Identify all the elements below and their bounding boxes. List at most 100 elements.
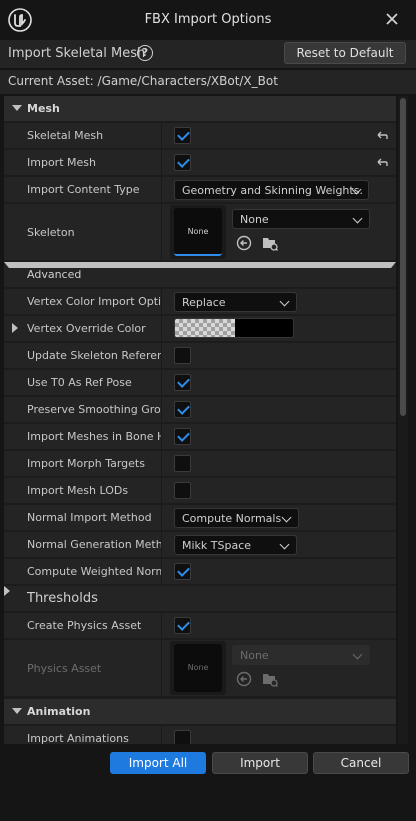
- prop-label: Normal Generation Method: [27, 538, 161, 551]
- close-icon[interactable]: [384, 11, 400, 27]
- section-advanced[interactable]: Advanced: [4, 262, 396, 287]
- import-lods-checkbox[interactable]: [174, 482, 191, 499]
- dropdown-value: None: [240, 213, 269, 226]
- column-divider: [161, 150, 162, 175]
- dropdown-value: Compute Normals: [182, 512, 282, 525]
- column-divider: [161, 123, 162, 148]
- column-divider: [161, 316, 162, 341]
- physics-asset-picker: None: [232, 645, 370, 665]
- color-preview: [235, 319, 293, 337]
- section-label: Animation: [27, 705, 91, 718]
- prop-label: Physics Asset: [27, 662, 102, 675]
- column-divider: [161, 532, 162, 557]
- prop-vertex-color-import: Vertex Color Import Option Replace: [4, 289, 396, 314]
- scrollbar[interactable]: [398, 96, 408, 744]
- physics-asset-thumbnail: None: [174, 644, 222, 692]
- vertex-color-import-dropdown[interactable]: Replace: [174, 292, 297, 312]
- prop-label: Skeletal Mesh: [27, 129, 104, 142]
- column-divider: [161, 726, 162, 744]
- collapse-arrow-icon[interactable]: [12, 105, 22, 111]
- prop-label: Preserve Smoothing Groups: [27, 403, 161, 416]
- preserve-smoothing-checkbox[interactable]: [174, 401, 191, 418]
- expand-arrow-icon[interactable]: [12, 323, 18, 333]
- column-divider: [161, 204, 162, 260]
- import-content-type-dropdown[interactable]: Geometry and Skinning Weights.: [174, 180, 369, 200]
- dropdown-value: Geometry and Skinning Weights.: [182, 184, 363, 197]
- footer-bar: Import All Import Cancel: [0, 746, 416, 821]
- prop-skeletal-mesh: Skeletal Mesh: [4, 123, 396, 148]
- current-asset-text: Current Asset: /Game/Characters/XBot/X_B…: [8, 74, 278, 88]
- import-animations-checkbox[interactable]: [174, 730, 191, 744]
- prop-label: Import Meshes in Bone Hierarchy: [27, 430, 161, 443]
- import-all-button[interactable]: Import All: [110, 752, 206, 774]
- import-morph-checkbox[interactable]: [174, 455, 191, 472]
- prop-import-lods: Import Mesh LODs: [4, 478, 396, 503]
- import-type-label: Import Skeletal Mesh: [8, 46, 146, 61]
- section-label: Thresholds: [27, 591, 98, 606]
- import-meshes-bone-checkbox[interactable]: [174, 428, 191, 445]
- title-bar: FBX Import Options: [0, 0, 416, 40]
- prop-import-morph: Import Morph Targets: [4, 451, 396, 476]
- dropdown-value: None: [240, 649, 269, 662]
- browse-folder-icon: [263, 674, 278, 687]
- window-title: FBX Import Options: [144, 12, 272, 27]
- column-divider: [161, 289, 162, 314]
- chevron-down-icon: [279, 539, 290, 550]
- current-asset-row: Current Asset: /Game/Characters/XBot/X_B…: [0, 70, 416, 94]
- compute-weighted-checkbox[interactable]: [174, 563, 191, 580]
- section-thresholds[interactable]: Thresholds: [4, 586, 396, 611]
- chevron-down-icon: [352, 649, 363, 660]
- update-skeleton-ref-checkbox[interactable]: [174, 347, 191, 364]
- help-icon[interactable]: ?: [137, 45, 153, 61]
- skeleton-thumbnail[interactable]: None: [174, 208, 222, 256]
- column-divider: [161, 478, 162, 503]
- prop-label: Import Mesh: [27, 156, 96, 169]
- chevron-down-icon: [279, 296, 290, 307]
- skeletal-mesh-checkbox[interactable]: [174, 127, 191, 144]
- details-panel: Mesh Skeletal Mesh Import Mesh Import Co…: [4, 96, 396, 744]
- prop-label: Import Content Type: [27, 183, 140, 196]
- skeleton-asset-picker[interactable]: None: [232, 209, 370, 229]
- column-divider: [161, 640, 162, 696]
- prop-label: Normal Import Method: [27, 511, 152, 524]
- column-divider: [161, 370, 162, 395]
- cancel-button[interactable]: Cancel: [313, 752, 409, 774]
- prop-label: Vertex Color Import Option: [27, 295, 161, 308]
- column-divider: [161, 397, 162, 422]
- reset-arrow-icon[interactable]: [376, 157, 388, 169]
- prop-label: Import Mesh LODs: [27, 484, 129, 497]
- scrollbar-thumb[interactable]: [400, 98, 406, 416]
- prop-label: Create Physics Asset: [27, 619, 142, 632]
- prop-update-skeleton-ref: Update Skeleton Reference Pose: [4, 343, 396, 368]
- import-button[interactable]: Import: [212, 752, 308, 774]
- prop-import-animations: Import Animations: [4, 726, 396, 744]
- alpha-checker: [175, 319, 235, 337]
- import-mesh-checkbox[interactable]: [174, 154, 191, 171]
- section-label: Advanced: [27, 268, 82, 281]
- section-label: Mesh: [27, 102, 60, 115]
- prop-normal-import: Normal Import Method Compute Normals: [4, 505, 396, 530]
- section-mesh[interactable]: Mesh: [4, 96, 396, 121]
- prop-label: Compute Weighted Normals: [27, 565, 161, 578]
- import-type-header: Import Skeletal Mesh ? Reset to Default: [0, 40, 416, 68]
- chevron-down-icon: [352, 213, 363, 224]
- prop-physics-asset: Physics Asset None None: [4, 640, 396, 696]
- chevron-down-icon: [281, 512, 292, 523]
- normal-generation-dropdown[interactable]: Mikk TSpace: [174, 535, 297, 555]
- reset-to-default-button[interactable]: Reset to Default: [284, 42, 406, 64]
- vertex-override-color-swatch[interactable]: [174, 318, 294, 338]
- prop-compute-weighted: Compute Weighted Normals: [4, 559, 396, 584]
- collapse-arrow-icon[interactable]: [12, 708, 22, 714]
- normal-import-dropdown[interactable]: Compute Normals: [174, 508, 299, 528]
- prop-use-t0: Use T0 As Ref Pose: [4, 370, 396, 395]
- dropdown-value: Mikk TSpace: [182, 539, 252, 552]
- use-selected-asset-icon: [236, 671, 252, 687]
- browse-folder-icon[interactable]: [262, 235, 278, 251]
- reset-arrow-icon[interactable]: [376, 130, 388, 142]
- column-divider: [161, 177, 162, 202]
- section-animation[interactable]: Animation: [4, 699, 396, 724]
- use-t0-checkbox[interactable]: [174, 374, 191, 391]
- use-selected-asset-icon[interactable]: [236, 235, 252, 251]
- create-physics-checkbox[interactable]: [174, 617, 191, 634]
- prop-import-meshes-bone: Import Meshes in Bone Hierarchy: [4, 424, 396, 449]
